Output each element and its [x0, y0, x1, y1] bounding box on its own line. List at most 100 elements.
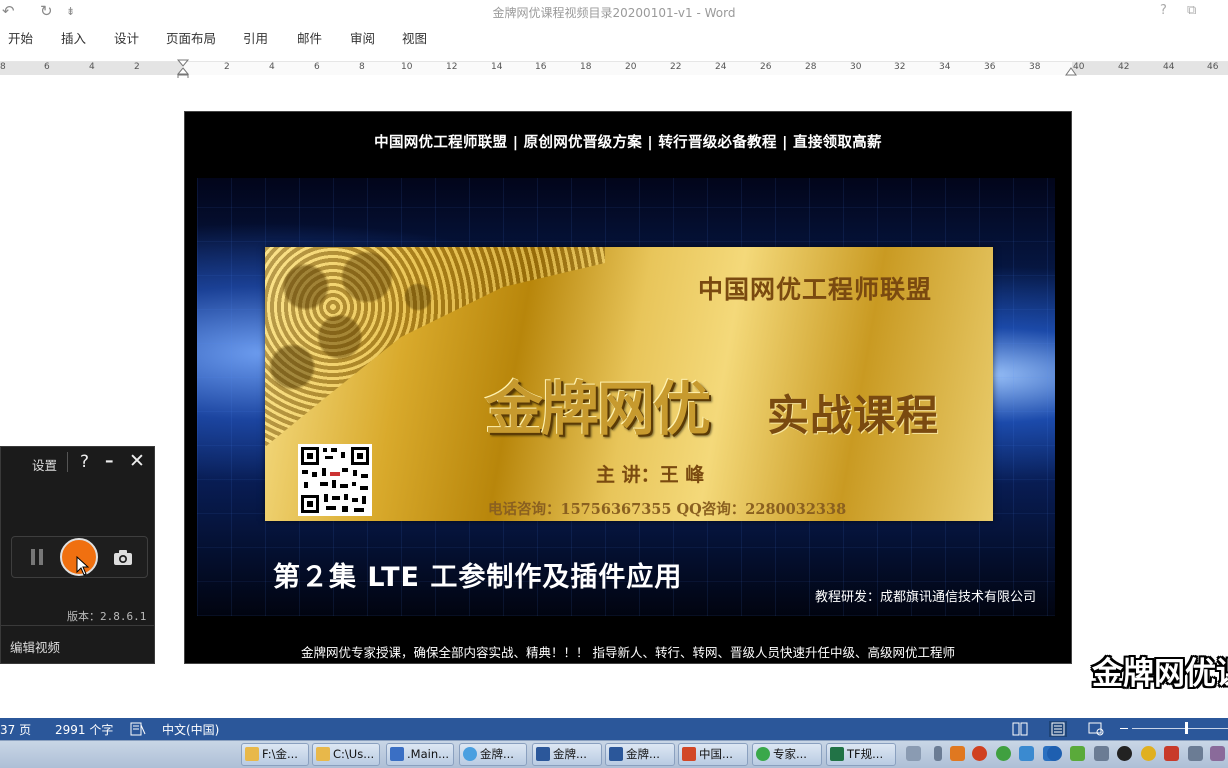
speaker-label: 主 讲：王 峰 [596, 464, 705, 486]
help-icon[interactable]: ? [1160, 3, 1167, 18]
camera-icon[interactable] [113, 548, 133, 566]
ruler-label: 46 [1207, 62, 1219, 72]
taskbar-item-main[interactable]: .Main... [386, 743, 454, 766]
course-title-small: 实战课程 [767, 391, 940, 440]
tab-home[interactable]: 开始 [8, 28, 33, 47]
ruler-label: 28 [805, 62, 817, 72]
taskbar-item-explorer-c[interactable]: C:\Us... [312, 743, 380, 766]
security-icon[interactable] [1070, 746, 1085, 761]
tray-expand-icon[interactable] [934, 746, 942, 761]
ruler-label: 8 [0, 62, 6, 72]
ruler-label: 4 [89, 62, 95, 72]
tab-page-layout[interactable]: 页面布局 [166, 28, 216, 47]
ruler-label: 26 [760, 62, 772, 72]
taskbar-item-label: 金牌... [626, 747, 660, 761]
taskbar-item-chat[interactable]: 专家... [752, 743, 822, 766]
bluetooth-icon[interactable] [1047, 746, 1062, 761]
tray-app-icon[interactable] [996, 746, 1011, 761]
taskbar-item-label: 金牌... [553, 747, 587, 761]
episode-title: 第２集 LTE 工参制作及插件应用 [273, 562, 683, 593]
browser-icon [463, 747, 477, 761]
tray-app-icon[interactable] [1141, 746, 1156, 761]
ruler-label: 16 [535, 62, 547, 72]
ribbon-display-options-icon[interactable]: ⧉ [1187, 3, 1196, 18]
qq-icon[interactable] [1117, 746, 1132, 761]
powerpoint-icon [682, 747, 696, 761]
pause-icon[interactable] [31, 549, 45, 565]
ruler-label: 36 [984, 62, 996, 72]
close-icon[interactable]: ✕ [129, 450, 145, 472]
slide-top-banner-text: 中国网优工程师联盟 | 原创网优晋级方案 | 转行晋级必备教程 | 直接领取高薪 [374, 135, 882, 151]
proofing-icon[interactable] [130, 722, 146, 736]
tray-app-icon[interactable] [1019, 746, 1034, 761]
ruler-label: 42 [1118, 62, 1130, 72]
ruler-label: 6 [314, 62, 320, 72]
ruler-label: 6 [44, 62, 50, 72]
ruler-label: 4 [269, 62, 275, 72]
keyboard-icon[interactable] [906, 746, 921, 761]
minimize-icon[interactable]: – [105, 451, 114, 471]
ruler-label: 30 [850, 62, 862, 72]
help-icon[interactable]: ? [80, 452, 89, 472]
recorder-divider [0, 625, 155, 626]
taskbar-item-explorer-f[interactable]: F:\金... [241, 743, 309, 766]
zoom-slider[interactable] [1132, 728, 1228, 729]
research-credit: 教程研发：成都旗讯通信技术有限公司 [815, 590, 1037, 605]
print-layout-icon[interactable] [1049, 721, 1067, 737]
ruler-label: 32 [894, 62, 906, 72]
display-icon[interactable] [1094, 746, 1109, 761]
zoom-slider-thumb[interactable] [1185, 722, 1188, 734]
qr-code-icon [298, 444, 372, 516]
tray-app-icon[interactable] [1210, 746, 1225, 761]
tray-app-icon[interactable] [972, 746, 987, 761]
tray-app-icon[interactable] [1164, 746, 1179, 761]
window-title: 金牌网优课程视频目录20200101-v1 - Word [492, 6, 736, 20]
web-layout-icon[interactable] [1088, 722, 1104, 736]
tab-design[interactable]: 设计 [114, 28, 139, 47]
page-count[interactable]: 37 页 [0, 721, 31, 738]
ruler-label: 20 [625, 62, 637, 72]
language-indicator[interactable]: 中文(中国) [162, 721, 219, 738]
zoom-out-icon[interactable] [1120, 728, 1128, 729]
ruler-label: 2 [224, 62, 230, 72]
tab-references[interactable]: 引用 [243, 28, 268, 47]
taskbar-item-excel[interactable]: TF规... [826, 743, 896, 766]
ruler-label: 14 [491, 62, 503, 72]
ruler-label: 38 [1029, 62, 1041, 72]
recorder-divider [67, 452, 68, 472]
folder-icon [316, 747, 330, 761]
word-count[interactable]: 2991 个字 [55, 721, 113, 738]
recorder-settings-button[interactable]: 设置 [32, 455, 57, 474]
ruler-label: 8 [359, 62, 365, 72]
ruler-label: 2 [134, 62, 140, 72]
slide-bottom-banner-text: 金牌网优专家授课，确保全部内容实战、精典！！！ 指导新人、转行、转网、晋级人员快… [301, 645, 955, 660]
ruler-label: 24 [715, 62, 727, 72]
course-title-large: 金牌网优 [485, 375, 711, 443]
volume-icon[interactable] [1188, 746, 1203, 761]
taskbar-item-browser[interactable]: 金牌... [459, 743, 527, 766]
tab-insert[interactable]: 插入 [61, 28, 86, 47]
taskbar-item-label: 金牌... [480, 747, 514, 761]
taskbar-item-label: .Main... [407, 747, 450, 761]
taskbar-item-powerpoint[interactable]: 中国... [678, 743, 748, 766]
app-icon [390, 747, 404, 761]
taskbar-item-label: 中国... [699, 747, 733, 761]
edit-video-button[interactable]: 编辑视频 [10, 637, 60, 656]
tab-mailings[interactable]: 邮件 [297, 28, 322, 47]
ruler-label: 10 [401, 62, 413, 72]
folder-icon [245, 747, 259, 761]
ruler-label: 12 [446, 62, 458, 72]
taskbar-item-word-1[interactable]: 金牌... [532, 743, 602, 766]
video-watermark: 金牌网优课 [1092, 656, 1228, 692]
chat-icon [756, 747, 770, 761]
tray-app-icon[interactable] [950, 746, 965, 761]
right-indent-marker-icon[interactable] [1065, 66, 1077, 78]
tab-view[interactable]: 视图 [402, 28, 427, 47]
word-icon [536, 747, 550, 761]
tab-review[interactable]: 审阅 [350, 28, 375, 47]
recorder-version: 版本：2.8.6.1 [67, 610, 147, 623]
read-mode-icon[interactable] [1012, 722, 1028, 736]
word-icon [609, 747, 623, 761]
taskbar-item-word-2[interactable]: 金牌... [605, 743, 675, 766]
taskbar-item-label: 专家... [773, 747, 807, 761]
